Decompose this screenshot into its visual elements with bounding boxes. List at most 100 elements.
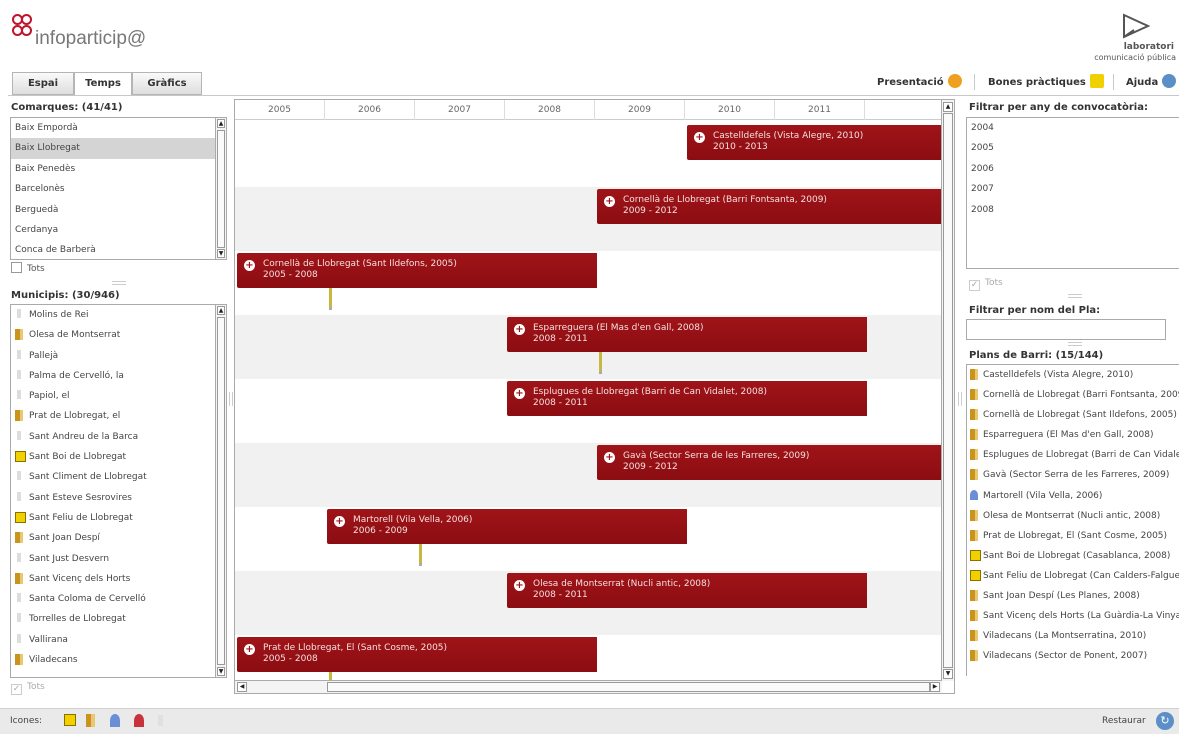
scroll-up-arrow-icon[interactable]: ▲: [217, 306, 225, 315]
left-splitter-grip[interactable]: [229, 392, 233, 406]
comarques-tots-checkbox[interactable]: Tots: [11, 262, 45, 274]
plus-icon[interactable]: +: [514, 324, 525, 335]
plan-list-item[interactable]: Viladecans (La Montserratina, 2010): [967, 626, 1179, 646]
plus-icon[interactable]: +: [244, 644, 255, 655]
municipi-list-item[interactable]: Papiol, el: [11, 386, 226, 406]
municipi-list-item[interactable]: Sant Climent de Llobregat: [11, 467, 226, 487]
plan-list-item[interactable]: Castelldefels (Vista Alegre, 2010): [967, 365, 1179, 385]
municipi-list-item[interactable]: Viladecans: [11, 650, 226, 670]
checkbox-box[interactable]: [11, 262, 22, 273]
municipi-list-item[interactable]: Pallejà: [11, 346, 226, 366]
right-splitter-grip[interactable]: [958, 392, 962, 406]
plus-icon[interactable]: +: [244, 260, 255, 271]
plan-list-item[interactable]: Viladecans (Sector de Ponent, 2007): [967, 646, 1179, 666]
scroll-thumb[interactable]: [327, 682, 930, 692]
tab-temps[interactable]: Temps: [74, 72, 132, 96]
resize-grip[interactable]: [112, 281, 126, 285]
year-tots-checkbox[interactable]: ✓ Tots: [969, 278, 1003, 291]
municipi-list-item[interactable]: Vallirana: [11, 630, 226, 650]
plan-list-item[interactable]: Esparreguera (El Mas d'en Gall, 2008): [967, 425, 1179, 445]
scroll-thumb[interactable]: [217, 317, 225, 665]
timeline-bar[interactable]: + Cornellà de Llobregat (Barri Fontsanta,…: [597, 189, 954, 224]
municipi-list-item[interactable]: Palma de Cervelló, la: [11, 366, 226, 386]
timeline-bar[interactable]: + Martorell (Vila Vella, 2006) 2006 - 2009: [327, 509, 687, 544]
timeline-panel[interactable]: 2005 2006 2007 2008 2009 2010 2011 + Castelldef…: [234, 99, 955, 694]
plan-list-item[interactable]: Sant Feliu de Llobregat (Can Calders-Fal…: [967, 566, 1179, 586]
comarca-list-item[interactable]: Conca de Barberà: [11, 240, 226, 259]
plan-list-item[interactable]: Esplugues de Llobregat (Barri de Can Vid…: [967, 445, 1179, 465]
tab-grafics[interactable]: Gràfics: [132, 72, 202, 95]
timeline-bar[interactable]: + Olesa de Montserrat (Nucli antic, 2008)…: [507, 573, 867, 608]
scroll-down-arrow-icon[interactable]: ▼: [943, 669, 953, 679]
municipi-list-item[interactable]: Sant Feliu de Llobregat: [11, 508, 226, 528]
timeline-bar[interactable]: + Cornellà de Llobregat (Sant Ildefons, 2…: [237, 253, 597, 288]
timeline-bar[interactable]: + Castelldefels (Vista Alegre, 2010) 2010 …: [687, 125, 954, 160]
plus-icon[interactable]: +: [694, 132, 705, 143]
comarca-list-item[interactable]: Berguedà: [11, 200, 226, 220]
checkbox-checked-icon[interactable]: ✓: [11, 684, 22, 695]
ajuda-button[interactable]: Ajuda: [1126, 74, 1177, 91]
municipi-list-item[interactable]: Santa Coloma de Cervelló: [11, 589, 226, 609]
municipis-scrollbar[interactable]: ▲ ▼: [215, 305, 226, 677]
plus-icon[interactable]: +: [514, 388, 525, 399]
star-icon[interactable]: [64, 714, 76, 726]
scroll-up-arrow-icon[interactable]: ▲: [943, 102, 953, 112]
refresh-icon[interactable]: ↻: [1156, 712, 1174, 730]
presentacio-button[interactable]: Presentació: [877, 74, 962, 91]
year-list-item[interactable]: 2007: [967, 179, 1179, 199]
year-list-item[interactable]: 2005: [967, 138, 1179, 158]
scroll-down-arrow-icon[interactable]: ▼: [217, 667, 225, 676]
person-red-icon[interactable]: [134, 714, 144, 727]
comarca-list-item[interactable]: Baix Penedès: [11, 159, 226, 179]
comarca-list-item[interactable]: Baix Llobregat: [11, 138, 226, 159]
comarca-list-item[interactable]: Cerdanya: [11, 220, 226, 240]
municipis-list[interactable]: Molins de Rei Olesa de Montserrat Pallejà P…: [10, 304, 227, 678]
book-icon[interactable]: [86, 714, 95, 727]
plan-list-item[interactable]: Sant Vicenç dels Horts (La Guàrdia-La Vi…: [967, 606, 1179, 626]
plans-list[interactable]: Castelldefels (Vista Alegre, 2010) Cornel…: [966, 364, 1179, 676]
scroll-up-arrow-icon[interactable]: ▲: [217, 119, 225, 128]
plan-list-item[interactable]: Martorell (Vila Vella, 2006): [967, 486, 1179, 506]
municipi-list-item[interactable]: Sant Just Desvern: [11, 549, 226, 569]
person-blue-icon[interactable]: [110, 714, 120, 727]
plan-list-item[interactable]: Sant Joan Despí (Les Planes, 2008): [967, 586, 1179, 606]
plan-list-item[interactable]: Cornellà de Llobregat (Barri Fontsanta, …: [967, 385, 1179, 405]
comarques-list[interactable]: Baix Empordà Baix Llobregat Baix Penedès Ba…: [10, 117, 227, 260]
scroll-thumb[interactable]: [943, 113, 953, 668]
municipi-list-item[interactable]: Sant Esteve Sesrovires: [11, 488, 226, 508]
timeline-bar[interactable]: + Prat de Llobregat, El (Sant Cosme, 2005…: [237, 637, 597, 672]
resize-grip[interactable]: [1068, 342, 1082, 346]
municipis-tots-checkbox[interactable]: ✓ Tots: [11, 682, 45, 695]
timeline-vscroll[interactable]: ▲ ▼: [941, 100, 954, 681]
municipi-list-item[interactable]: Prat de Llobregat, el: [11, 406, 226, 426]
comarques-scrollbar[interactable]: ▲ ▼: [215, 118, 226, 259]
plus-icon[interactable]: +: [514, 580, 525, 591]
comarca-list-item[interactable]: Baix Empordà: [11, 118, 226, 138]
scroll-right-arrow-icon[interactable]: ▶: [930, 682, 940, 692]
plus-icon[interactable]: +: [604, 196, 615, 207]
restaurar-label[interactable]: Restaurar: [1102, 716, 1146, 726]
timeline-bar[interactable]: + Esparreguera (El Mas d'en Gall, 2008) 20…: [507, 317, 867, 352]
timeline-hscroll[interactable]: ◀ ▶: [235, 680, 942, 693]
municipi-list-item[interactable]: Sant Joan Despí: [11, 528, 226, 548]
municipi-list-item[interactable]: Torrelles de Llobregat: [11, 609, 226, 629]
scroll-left-arrow-icon[interactable]: ◀: [237, 682, 247, 692]
year-list-item[interactable]: 2006: [967, 159, 1179, 179]
filter-name-input[interactable]: [966, 319, 1166, 340]
year-list-item[interactable]: 2008: [967, 200, 1179, 220]
year-list[interactable]: 2004 2005 2006 2007 2008: [966, 117, 1179, 269]
municipi-list-item[interactable]: Sant Vicenç dels Horts: [11, 569, 226, 589]
checkbox-checked-icon[interactable]: ✓: [969, 280, 980, 291]
plus-icon[interactable]: +: [334, 516, 345, 527]
timeline-bar[interactable]: + Gavà (Sector Serra de les Farreres, 200…: [597, 445, 954, 480]
scroll-down-arrow-icon[interactable]: ▼: [217, 249, 225, 258]
scroll-thumb[interactable]: [217, 130, 225, 248]
empty-icon[interactable]: [158, 715, 163, 726]
plan-list-item[interactable]: Sant Boi de Llobregat (Casablanca, 2008): [967, 546, 1179, 566]
plan-list-item[interactable]: Cornellà de Llobregat (Sant Ildefons, 20…: [967, 405, 1179, 425]
municipi-list-item[interactable]: Olesa de Montserrat: [11, 325, 226, 345]
year-list-item[interactable]: 2004: [967, 118, 1179, 138]
plus-icon[interactable]: +: [604, 452, 615, 463]
bones-practiques-button[interactable]: Bones pràctiques: [988, 74, 1104, 91]
tab-espai[interactable]: Espai: [12, 72, 74, 95]
